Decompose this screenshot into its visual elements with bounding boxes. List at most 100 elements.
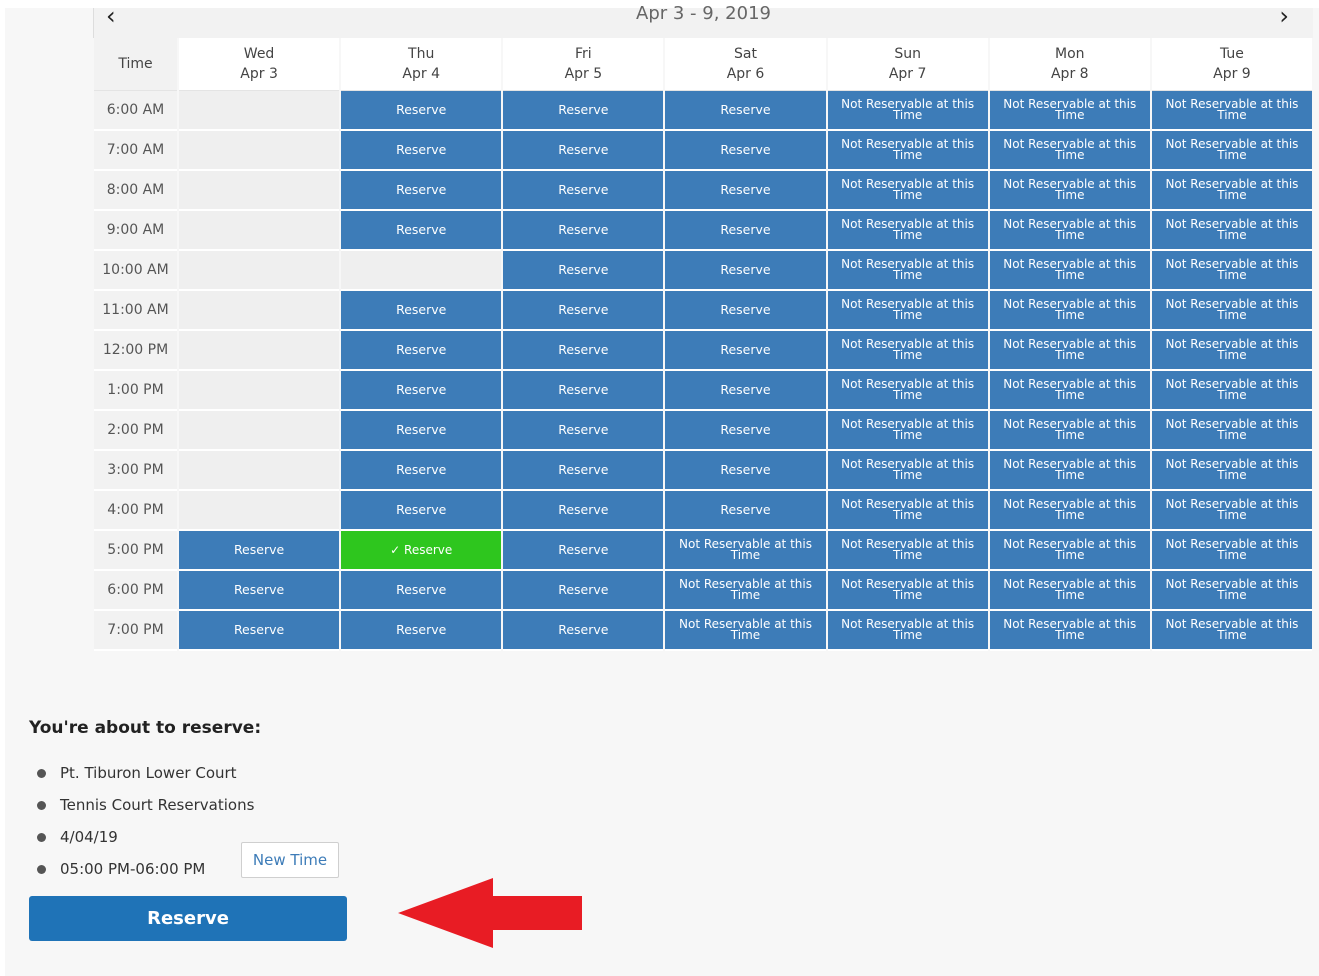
reserve-slot[interactable]: Reserve	[341, 411, 502, 451]
reserve-slot[interactable]: Reserve	[503, 291, 664, 331]
reserve-slot[interactable]: Reserve	[665, 91, 826, 131]
slot-label-line: Time	[892, 348, 923, 362]
slot-label: Not Reservable at this Time	[1161, 498, 1302, 521]
new-time-button[interactable]: New Time	[241, 842, 339, 878]
slot-label: Not Reservable at this Time	[1161, 338, 1302, 361]
slot-label: Reserve	[720, 302, 771, 317]
time-label: 2:00 PM	[94, 411, 177, 451]
not-reservable-slot: Not Reservable at this Time	[989, 451, 1150, 491]
summary-item-text: 05:00 PM-06:00 PM	[60, 860, 206, 878]
reserve-slot[interactable]: Reserve	[503, 531, 664, 571]
reserve-slot[interactable]: Reserve	[341, 211, 502, 251]
day-of-week: Sat	[734, 46, 757, 62]
reserve-slot[interactable]: Reserve	[503, 211, 664, 251]
day-of-week: Mon	[1055, 46, 1085, 62]
reserve-slot[interactable]: Reserve	[665, 371, 826, 411]
reserve-slot[interactable]: Reserve	[503, 611, 664, 651]
slot-label-line: Time	[892, 268, 923, 282]
slot-label: Reserve	[720, 382, 771, 397]
reserve-slot[interactable]: Reserve	[179, 531, 340, 571]
reserve-button[interactable]: Reserve	[29, 896, 347, 941]
slot-label-line: Time	[1055, 428, 1085, 442]
slot-label-line: Time	[1055, 108, 1085, 122]
not-reservable-slot: Not Reservable at this Time	[1151, 411, 1312, 451]
reserve-slot[interactable]: Reserve	[341, 291, 502, 331]
unavailable-slot	[179, 211, 340, 251]
slot-label: Not Reservable at this Time	[999, 138, 1140, 161]
slot-label: Not Reservable at this Time	[999, 338, 1140, 361]
slot-label-line: Time	[1217, 188, 1247, 202]
reserve-slot[interactable]: Reserve	[665, 451, 826, 491]
slot-label: Reserve	[396, 462, 447, 477]
time-row: 11:00 AM Reserve Reserve Reserve Not Reserva…	[94, 291, 1312, 331]
reserve-slot[interactable]: Reserve	[341, 131, 502, 171]
reservation-summary-title: You're about to reserve:	[29, 718, 262, 738]
reserve-slot[interactable]: Reserve	[503, 411, 664, 451]
reserve-slot[interactable]: Reserve	[503, 491, 664, 531]
reserve-slot[interactable]: Reserve	[665, 211, 826, 251]
slot-label-line: Time	[892, 588, 923, 602]
not-reservable-slot: Not Reservable at this Time	[1151, 491, 1312, 531]
reserve-slot[interactable]: Reserve	[341, 451, 502, 491]
slot-label: Not Reservable at this Time	[999, 498, 1140, 521]
time-row: 7:00 PM Reserve Reserve Reserve Not Reservab…	[94, 611, 1312, 651]
slot-label: Reserve	[558, 262, 609, 277]
reserve-slot[interactable]: Reserve	[503, 451, 664, 491]
slot-label: Reserve	[558, 142, 609, 157]
time-label: 3:00 PM	[94, 451, 177, 491]
day-header-row: Time Wed Apr 3 Thu Apr 4 Fri Apr 5 Sat Apr 6 Sun…	[94, 38, 1312, 91]
reserve-slot[interactable]: Reserve	[503, 171, 664, 211]
not-reservable-slot: Not Reservable at this Time	[1151, 571, 1312, 611]
slot-label: Reserve	[396, 382, 447, 397]
slot-label: Not Reservable at this Time	[675, 578, 816, 601]
time-row: 12:00 PM Reserve Reserve Reserve Not Reserva…	[94, 331, 1312, 371]
slot-label-line: Time	[730, 548, 761, 562]
slot-label-line: Time	[1217, 108, 1247, 122]
reserve-slot[interactable]: Reserve	[341, 571, 502, 611]
reserve-slot[interactable]: Reserve	[503, 571, 664, 611]
reserve-slot[interactable]: Reserve	[665, 491, 826, 531]
reserve-slot[interactable]: Reserve	[179, 611, 340, 651]
reserve-slot[interactable]: Reserve	[665, 251, 826, 291]
day-header-fri: Fri Apr 5	[503, 38, 664, 91]
reserve-slot[interactable]: Reserve	[665, 411, 826, 451]
reserve-slot[interactable]: Reserve	[503, 331, 664, 371]
time-row: 1:00 PM Reserve Reserve Reserve Not Reservab…	[94, 371, 1312, 411]
slot-label: Not Reservable at this Time	[1161, 578, 1302, 601]
reserve-slot[interactable]: Reserve	[503, 371, 664, 411]
slot-label: Reserve	[233, 542, 285, 557]
summary-item: 4/04/19	[37, 821, 254, 853]
not-reservable-slot: Not Reservable at this Time	[827, 331, 988, 371]
slot-label: Not Reservable at this Time	[999, 298, 1140, 321]
time-row: 6:00 AM Reserve Reserve Reserve Not Reservab…	[94, 91, 1312, 131]
reserve-slot[interactable]: Reserve	[179, 571, 340, 611]
reserve-slot[interactable]: Reserve	[503, 91, 664, 131]
day-date: Apr 7	[888, 66, 927, 82]
reserve-slot[interactable]: Reserve	[341, 331, 502, 371]
selected-slot[interactable]: ✓ Reserve	[341, 531, 502, 571]
time-row: 3:00 PM Reserve Reserve Reserve Not Reservab…	[94, 451, 1312, 491]
reserve-slot[interactable]: Reserve	[341, 171, 502, 211]
reserve-slot[interactable]: Reserve	[503, 131, 664, 171]
not-reservable-slot: Not Reservable at this Time	[1151, 211, 1312, 251]
day-date: Apr 4	[402, 66, 440, 82]
slot-label: Not Reservable at this Time	[1161, 378, 1302, 401]
slot-label: Reserve	[558, 182, 609, 197]
reserve-slot[interactable]: Reserve	[341, 371, 502, 411]
reserve-slot[interactable]: Reserve	[503, 251, 664, 291]
reserve-slot[interactable]: Reserve	[665, 131, 826, 171]
reserve-slot[interactable]: Reserve	[341, 611, 502, 651]
reserve-slot[interactable]: Reserve	[341, 91, 502, 131]
summary-item: Tennis Court Reservations	[37, 789, 254, 821]
reserve-slot[interactable]: Reserve	[665, 171, 826, 211]
time-row: 6:00 PM Reserve Reserve Reserve Not Reservab…	[94, 571, 1312, 611]
slot-label: Reserve	[720, 262, 771, 277]
reserve-slot[interactable]: Reserve	[665, 331, 826, 371]
unavailable-slot	[179, 291, 340, 331]
time-label: 5:00 PM	[94, 531, 177, 571]
unavailable-slot	[179, 491, 340, 531]
reserve-slot[interactable]: Reserve	[341, 491, 502, 531]
chevron-right-icon[interactable]: ›	[1279, 2, 1289, 30]
slot-label: Not Reservable at this Time	[1161, 538, 1302, 561]
reserve-slot[interactable]: Reserve	[665, 291, 826, 331]
